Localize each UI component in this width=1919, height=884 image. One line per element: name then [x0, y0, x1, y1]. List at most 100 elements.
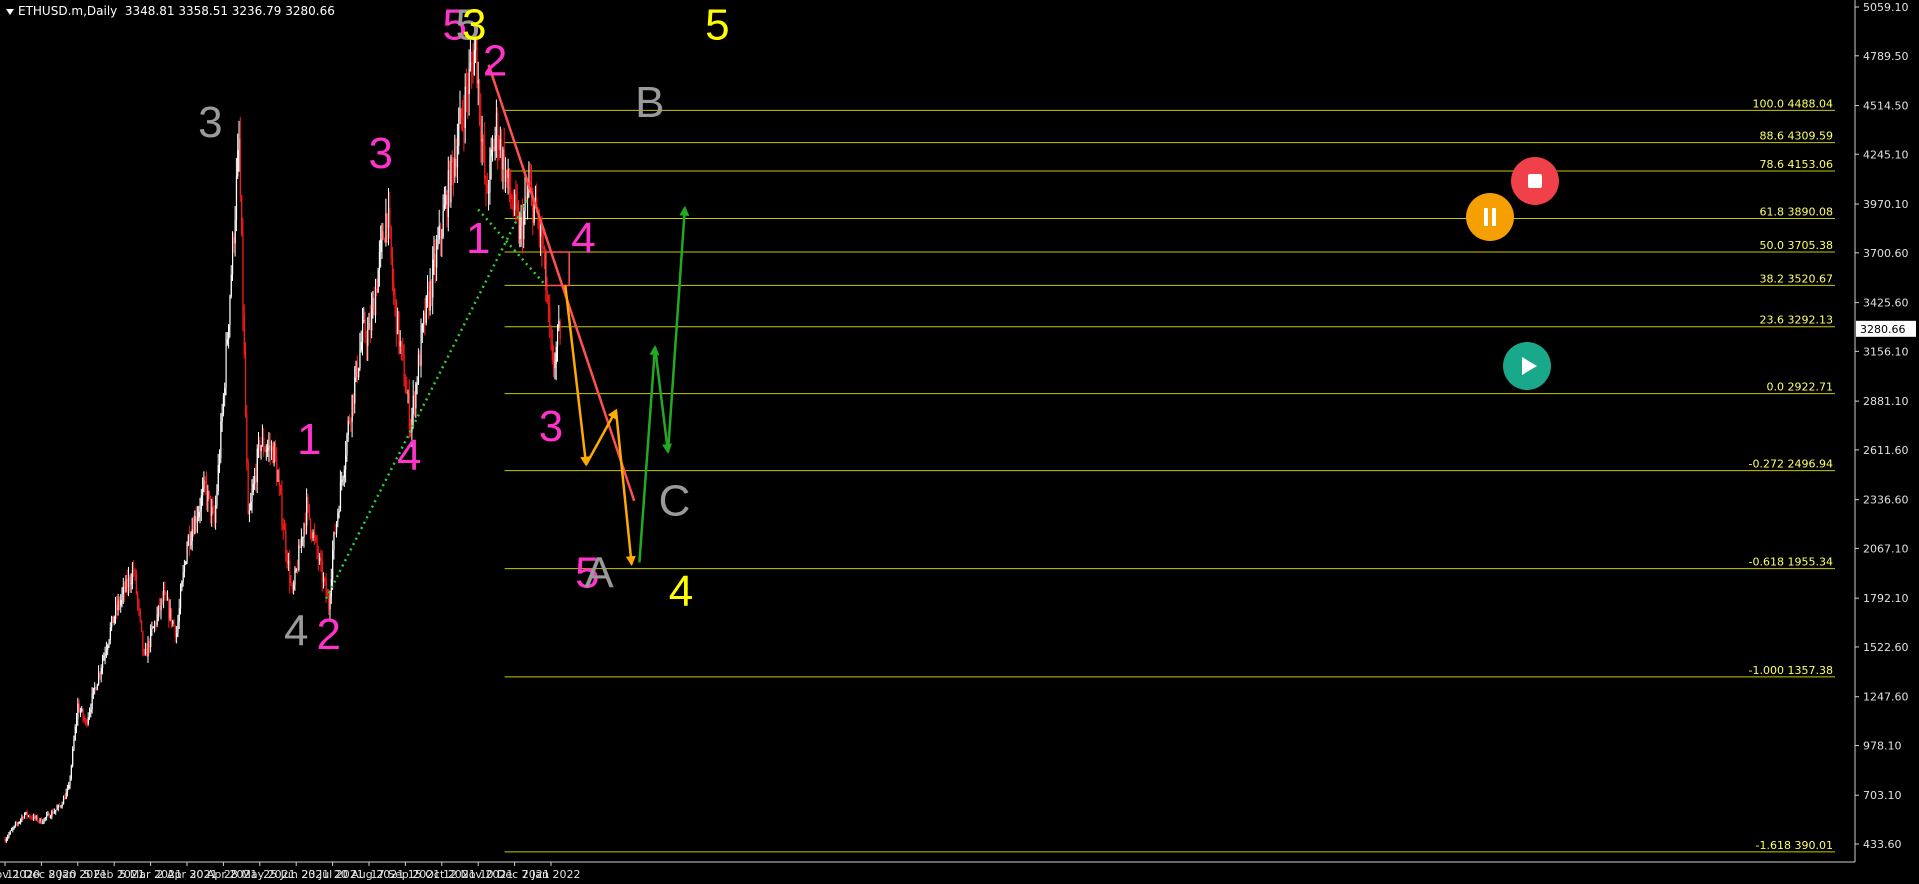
candle-body — [521, 217, 524, 239]
candle-body — [282, 524, 284, 530]
candle-body — [377, 269, 379, 293]
candle-body — [498, 149, 500, 151]
stop-button[interactable] — [1511, 157, 1559, 205]
candle-body — [466, 86, 468, 91]
candle-body — [393, 281, 395, 295]
candle-body — [544, 247, 546, 253]
candle-body — [239, 138, 241, 196]
candle-body — [319, 557, 321, 561]
candle-body — [50, 816, 52, 818]
candle-body — [492, 146, 494, 150]
candle-body — [206, 483, 208, 502]
candle-body — [512, 206, 514, 211]
candle-body — [428, 291, 430, 311]
candle-body — [98, 672, 100, 685]
candle-body — [222, 395, 225, 413]
candle-body — [56, 807, 58, 810]
candle-body — [225, 343, 227, 389]
candle-body — [313, 532, 316, 537]
y-tick-label: 5059.10 — [1863, 1, 1909, 14]
candle-body — [242, 234, 244, 314]
candle-body — [407, 393, 409, 395]
candle-body — [112, 616, 114, 623]
candle-body — [18, 821, 20, 824]
candle-body — [297, 568, 299, 571]
candle-body — [229, 296, 231, 326]
candle-body — [69, 778, 71, 786]
candle-body — [268, 445, 270, 448]
candle-body — [499, 138, 501, 151]
candle-body — [59, 805, 61, 807]
candle-body — [220, 421, 222, 459]
pause-button[interactable] — [1466, 193, 1514, 241]
candle-body — [125, 578, 127, 592]
candle-body — [479, 80, 481, 117]
candle-body — [176, 633, 178, 637]
candle-body — [523, 211, 525, 239]
candle-body — [81, 709, 83, 712]
candle-body — [346, 435, 348, 456]
candle-body — [203, 480, 205, 489]
candle-body — [445, 195, 447, 205]
ohlc-values: 3348.81 3358.51 3236.79 3280.66 — [124, 4, 335, 18]
candle-body — [525, 196, 527, 199]
candle-body — [211, 506, 213, 516]
candle-body — [497, 112, 499, 150]
candle-body — [414, 395, 416, 409]
candle-body — [339, 481, 342, 511]
candle-body — [111, 616, 113, 628]
candle-body — [139, 609, 141, 620]
wave-label: B — [635, 78, 664, 127]
y-tick-label: 1522.60 — [1863, 641, 1909, 654]
candle-body — [61, 804, 63, 806]
candle-body — [354, 377, 356, 404]
candle-body — [312, 532, 314, 539]
candle-body — [542, 247, 544, 249]
candle-body — [215, 505, 217, 523]
candle-body — [384, 239, 386, 243]
candle-body — [447, 170, 449, 217]
candle-body — [39, 818, 41, 821]
candle-body — [520, 217, 522, 226]
symbol-label: ETHUSD.m,Daily — [18, 4, 118, 18]
candle-body — [24, 813, 26, 819]
candle-body — [13, 825, 15, 829]
candle-body — [495, 112, 498, 136]
candle-body — [402, 345, 404, 355]
candle-body — [307, 497, 309, 505]
candle-body — [281, 493, 283, 525]
candle-body — [190, 540, 192, 546]
candle-body — [260, 445, 262, 452]
candle-body — [265, 450, 267, 452]
projection-arrow-orange — [564, 285, 591, 467]
candle-body — [238, 138, 240, 150]
fib-level-label: 88.6 4309.59 — [1760, 130, 1833, 143]
candle-body — [333, 532, 335, 551]
play-button[interactable] — [1503, 342, 1551, 390]
candle-body — [247, 462, 249, 515]
price-chart: 5059.10 4789.50 4514.50 4245.10 3970.10 3700.… — [0, 0, 1916, 881]
candle-body — [451, 156, 453, 163]
candle-body — [248, 509, 251, 515]
y-tick-label: 4789.50 — [1863, 50, 1909, 63]
candle-body — [191, 529, 193, 541]
candle-body — [92, 687, 95, 694]
candle-body — [321, 561, 323, 582]
chart-menu-triangle-icon[interactable] — [6, 8, 14, 15]
candle-body — [9, 830, 11, 834]
candle-body — [129, 577, 131, 585]
candle-body — [70, 765, 72, 779]
candle-body — [219, 458, 221, 465]
candle-body — [120, 599, 122, 606]
candle-body — [44, 817, 46, 819]
candle-body — [86, 720, 88, 724]
candle-body — [151, 628, 153, 630]
candle-body — [209, 495, 212, 516]
candle-body — [337, 512, 339, 523]
candle-body — [493, 146, 495, 151]
candle-body — [538, 221, 540, 237]
candle-body — [494, 135, 496, 151]
candle-body — [395, 300, 397, 335]
candle-body — [108, 639, 110, 646]
stop-icon — [1511, 157, 1559, 205]
